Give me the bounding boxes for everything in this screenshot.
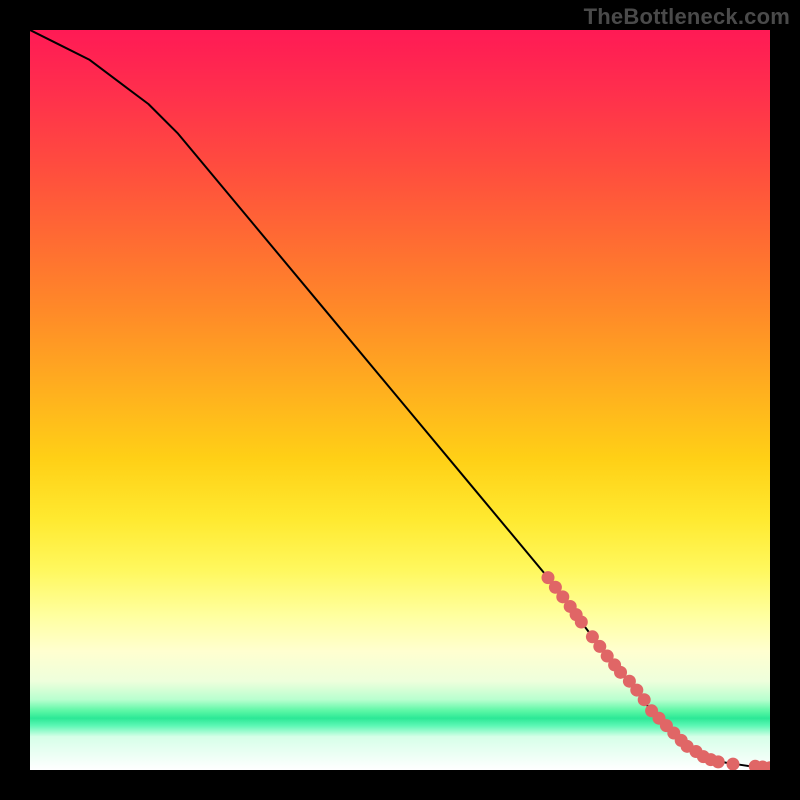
chart-frame: TheBottleneck.com [0, 0, 800, 800]
watermark-text: TheBottleneck.com [584, 4, 790, 30]
plot-area [30, 30, 770, 770]
